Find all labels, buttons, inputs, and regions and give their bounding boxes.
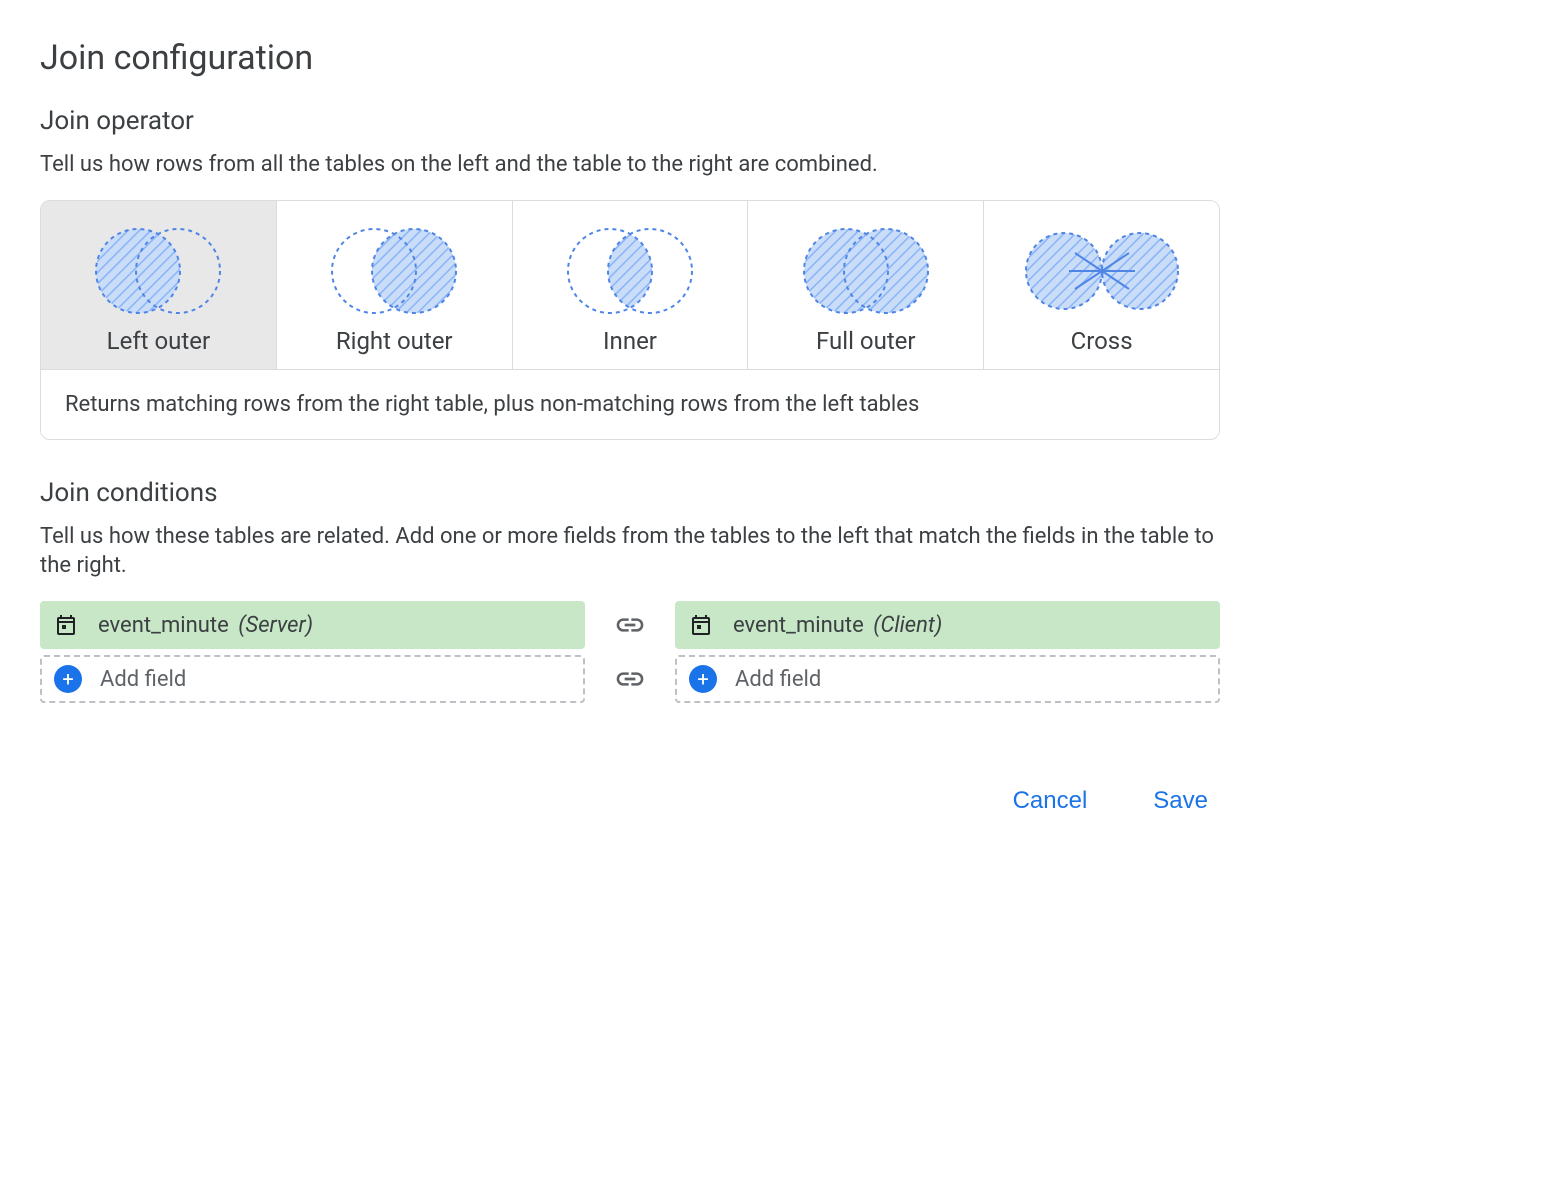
operator-label: Right outer (287, 327, 502, 355)
dialog-title: Join configuration (40, 38, 1220, 78)
link-icon (585, 609, 675, 641)
operator-option-full-outer[interactable]: Full outer (748, 201, 984, 369)
condition-row: event_minute (Server) event_minute (Clie… (40, 601, 1220, 649)
operator-selector: Left outer (40, 200, 1220, 440)
field-source: (Client) (873, 613, 942, 638)
add-left-field-button[interactable]: + Add field (40, 655, 585, 703)
operator-label: Left outer (51, 327, 266, 355)
venn-left-outer-icon (51, 223, 266, 319)
operator-options-row: Left outer (41, 201, 1219, 369)
operator-option-left-outer[interactable]: Left outer (41, 201, 277, 369)
join-config-dialog: Join configuration Join operator Tell us… (0, 0, 1260, 861)
conditions-description: Tell us how these tables are related. Ad… (40, 522, 1220, 581)
dialog-actions: Cancel Save (40, 781, 1220, 821)
operator-label: Full outer (758, 327, 973, 355)
operator-label: Cross (994, 327, 1209, 355)
calendar-icon (52, 611, 80, 639)
field-source: (Server) (238, 613, 313, 638)
operator-option-inner[interactable]: Inner (513, 201, 749, 369)
operator-description: Tell us how rows from all the tables on … (40, 150, 1220, 180)
condition-left-field[interactable]: event_minute (Server) (40, 601, 585, 649)
conditions-heading: Join conditions (40, 478, 1220, 508)
venn-full-outer-icon (758, 223, 973, 319)
venn-right-outer-icon (287, 223, 502, 319)
conditions-list: event_minute (Server) event_minute (Clie… (40, 601, 1220, 703)
operator-option-right-outer[interactable]: Right outer (277, 201, 513, 369)
link-icon (585, 663, 675, 695)
operator-option-cross[interactable]: Cross (984, 201, 1219, 369)
plus-icon: + (54, 665, 82, 693)
calendar-icon (687, 611, 715, 639)
add-field-label: Add field (735, 667, 821, 692)
field-name: event_minute (98, 613, 229, 638)
save-button[interactable]: Save (1149, 781, 1212, 821)
plus-icon: + (689, 665, 717, 693)
venn-cross-icon (994, 223, 1209, 319)
operator-selected-description: Returns matching rows from the right tab… (41, 369, 1219, 439)
operator-label: Inner (523, 327, 738, 355)
venn-inner-icon (523, 223, 738, 319)
add-right-field-button[interactable]: + Add field (675, 655, 1220, 703)
condition-right-field[interactable]: event_minute (Client) (675, 601, 1220, 649)
condition-add-row: + Add field + Add field (40, 655, 1220, 703)
add-field-label: Add field (100, 667, 186, 692)
cancel-button[interactable]: Cancel (1009, 781, 1092, 821)
field-name: event_minute (733, 613, 864, 638)
operator-heading: Join operator (40, 106, 1220, 136)
